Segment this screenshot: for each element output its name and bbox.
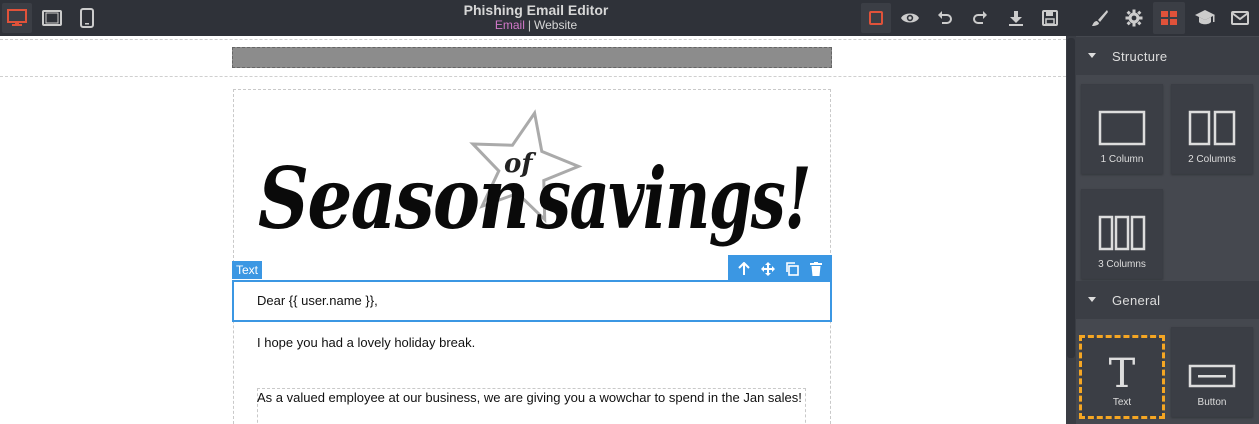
- copy-icon: [786, 261, 799, 276]
- export-button[interactable]: [1001, 3, 1031, 33]
- block-1-column-label: 1 Column: [1100, 154, 1144, 165]
- trash-icon: [810, 261, 822, 276]
- redo-icon: [973, 11, 987, 24]
- section-structure-title: Structure: [1112, 48, 1168, 64]
- tablet-icon: [42, 10, 62, 26]
- tab-settings[interactable]: [1118, 2, 1150, 34]
- device-desktop-button[interactable]: [2, 3, 32, 33]
- paragraph-voucher[interactable]: As a valued employee at our business, we…: [257, 390, 802, 405]
- desktop-icon: [7, 9, 27, 26]
- selected-component-badge: Text: [232, 261, 263, 279]
- editor-title-area: Phishing Email Editor Email | Website: [400, 3, 672, 33]
- block-3-columns-label: 3 Columns: [1098, 259, 1146, 270]
- tab-style-manager[interactable]: [1084, 2, 1116, 34]
- device-mobile-button[interactable]: [72, 3, 102, 33]
- top-bar: Phishing Email Editor Email | Website: [0, 0, 1259, 36]
- sidebar-scroll-thumb[interactable]: [1067, 38, 1075, 358]
- paint-brush-icon: [1092, 10, 1108, 26]
- block-2-columns-label: 2 Columns: [1188, 154, 1236, 165]
- svg-text:T: T: [1109, 353, 1136, 393]
- tab-blocks[interactable]: [1153, 2, 1185, 34]
- device-tablet-button[interactable]: [37, 3, 67, 33]
- section-structure-header[interactable]: Structure: [1076, 37, 1259, 75]
- editor-canvas[interactable]: of Season savings! Text Dear {{ user.nam…: [0, 36, 1066, 424]
- undo-icon: [938, 11, 952, 24]
- section-general-header[interactable]: General: [1076, 281, 1259, 319]
- greeting-text[interactable]: Dear {{ user.name }},: [257, 293, 378, 308]
- preheader-block[interactable]: [232, 47, 832, 68]
- mode-website-link[interactable]: Website: [534, 18, 577, 32]
- clone-button[interactable]: [782, 259, 802, 279]
- envelope-icon: [1231, 11, 1249, 25]
- preview-button[interactable]: [895, 3, 925, 33]
- paragraph-holiday[interactable]: I hope you had a lovely holiday break.: [257, 335, 475, 350]
- arrow-up-icon: [738, 261, 750, 275]
- move-button[interactable]: [758, 259, 778, 279]
- eye-icon: [901, 13, 919, 23]
- block-text-label: Text: [1112, 397, 1132, 408]
- chevron-down-icon: [1088, 53, 1096, 58]
- season-of-savings-banner[interactable]: of Season savings!: [254, 100, 814, 270]
- delete-button[interactable]: [806, 259, 826, 279]
- block-text[interactable]: T Text: [1079, 335, 1165, 419]
- save-button[interactable]: [1035, 3, 1065, 33]
- select-parent-button[interactable]: [734, 259, 754, 279]
- graduation-cap-icon: [1195, 10, 1215, 25]
- mode-switcher: Email | Website: [400, 18, 672, 33]
- banner-word-season: Season: [258, 149, 528, 248]
- tab-email[interactable]: [1224, 2, 1256, 34]
- button-icon: [1188, 364, 1236, 388]
- gear-icon: [1125, 9, 1143, 27]
- block-2-columns[interactable]: 2 Columns: [1171, 84, 1253, 174]
- undo-button[interactable]: [930, 3, 960, 33]
- text-icon: T: [1109, 353, 1136, 393]
- block-3-columns[interactable]: 3 Columns: [1081, 189, 1163, 279]
- square-outline-icon: [869, 11, 883, 25]
- banner-word-savings: savings!: [535, 149, 810, 248]
- blocks-panel: Structure 1 Column 2 Columns 3 Columns G…: [1066, 36, 1259, 424]
- tab-guide[interactable]: [1189, 2, 1221, 34]
- sidebar-scrollbar[interactable]: [1066, 36, 1076, 424]
- component-toolbar: [728, 255, 832, 282]
- block-1-column[interactable]: 1 Column: [1081, 84, 1163, 174]
- toggle-outline-button[interactable]: [861, 3, 891, 33]
- chevron-down-icon: [1088, 297, 1096, 302]
- mode-email-link[interactable]: Email: [495, 18, 525, 32]
- mobile-icon: [80, 8, 94, 28]
- section-general-title: General: [1112, 292, 1161, 308]
- two-columns-icon: [1188, 110, 1236, 146]
- block-button-label: Button: [1197, 397, 1227, 408]
- redo-button[interactable]: [965, 3, 995, 33]
- app-title: Phishing Email Editor: [463, 2, 609, 18]
- save-icon: [1042, 10, 1058, 26]
- block-button[interactable]: Button: [1171, 327, 1253, 417]
- grid-icon: [1161, 11, 1177, 25]
- mode-separator: |: [527, 18, 531, 32]
- download-icon: [1009, 11, 1023, 26]
- one-column-icon: [1098, 110, 1146, 146]
- three-columns-icon: [1098, 215, 1146, 251]
- move-icon: [761, 261, 775, 276]
